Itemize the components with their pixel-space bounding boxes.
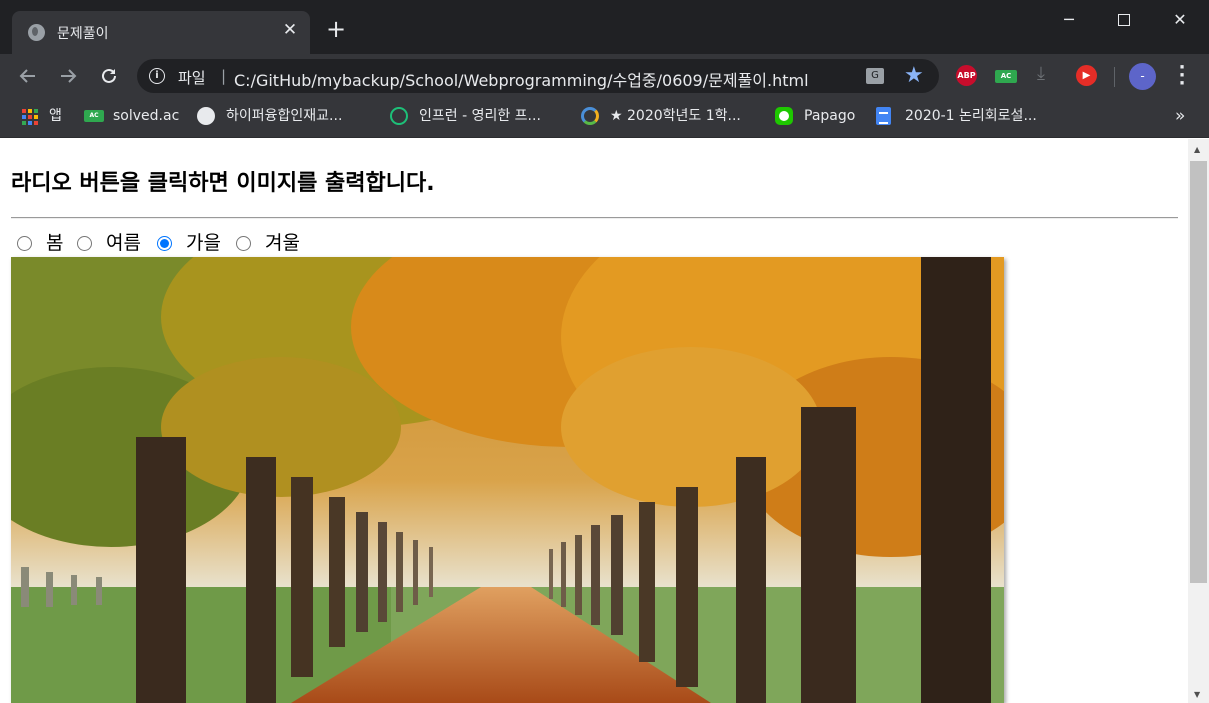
- minimize-button[interactable]: ─: [1055, 8, 1083, 32]
- docs-icon: [876, 107, 891, 125]
- papago-icon: [775, 107, 793, 125]
- download-icon[interactable]: ⤓: [1037, 63, 1045, 84]
- horizontal-rule: [11, 217, 1178, 219]
- radio-label: 여름: [106, 232, 141, 254]
- scrollbar-thumb[interactable]: [1190, 161, 1207, 583]
- ring-logo-icon: [581, 107, 599, 125]
- maximize-icon: [1118, 14, 1130, 26]
- tab-title: 문제풀이: [57, 26, 109, 42]
- page-heading: 라디오 버튼을 클릭하면 이미지를 출력합니다.: [11, 171, 435, 196]
- scroll-down-arrow-icon[interactable]: ▼: [1194, 690, 1200, 699]
- title-bar: 문제풀이 ✕ + ─ ✕: [0, 0, 1209, 54]
- radio-button[interactable]: [17, 236, 32, 251]
- toolbar-divider: [1114, 67, 1115, 87]
- translate-icon[interactable]: G: [866, 68, 884, 84]
- bookmark-label: 2020-1 논리회로설...: [905, 108, 1037, 124]
- autumn-path-illustration: [11, 257, 1004, 703]
- youtube-extension-icon[interactable]: ▶: [1076, 65, 1097, 86]
- radio-button[interactable]: [77, 236, 92, 251]
- radio-button[interactable]: [236, 236, 251, 251]
- new-tab-button[interactable]: +: [326, 17, 346, 41]
- bookmark-label: 앱: [49, 108, 62, 124]
- address-bar[interactable]: i 파일 | C:/GitHub/mybackup/School/Webprog…: [137, 59, 939, 93]
- bookmark-label: 하이퍼융합인재교...: [226, 108, 343, 124]
- active-tab[interactable]: 문제풀이 ✕: [12, 11, 310, 54]
- scheme-label: 파일: [178, 69, 206, 87]
- apps-icon: [20, 107, 38, 125]
- globe-favicon-icon: [28, 24, 45, 41]
- tab-close-icon[interactable]: ✕: [280, 20, 300, 40]
- radio-label: 가을: [186, 232, 221, 254]
- scroll-up-arrow-icon[interactable]: ▲: [1194, 145, 1200, 154]
- bookmark-star-icon[interactable]: ★: [904, 63, 924, 88]
- radio-button[interactable]: [157, 236, 172, 251]
- page-viewport: 라디오 버튼을 클릭하면 이미지를 출력합니다. 봄 여름 가을 겨울 ▲ ▼: [0, 139, 1209, 703]
- profile-avatar[interactable]: -: [1129, 63, 1156, 90]
- forward-arrow-icon: [61, 69, 77, 83]
- bookmark-label: 인프런 - 영리한 프...: [419, 108, 541, 124]
- back-button[interactable]: [15, 63, 41, 89]
- forward-button[interactable]: [55, 63, 81, 89]
- globe-icon: [197, 107, 215, 125]
- vertical-scrollbar[interactable]: ▲ ▼: [1188, 139, 1209, 703]
- solved-ac-extension-icon[interactable]: AC: [995, 70, 1017, 83]
- inflearn-icon: [390, 107, 408, 125]
- adblock-extension-icon[interactable]: ABP: [956, 65, 977, 86]
- scheme-separator: |: [221, 67, 227, 85]
- chrome-menu-icon[interactable]: · · ·: [1173, 59, 1191, 93]
- bookmarks-overflow-button[interactable]: »: [1175, 106, 1185, 126]
- reload-icon: [102, 68, 116, 83]
- bookmark-label: Papago: [804, 108, 856, 124]
- bookmarks-bar: 앱 AC solved.ac 하이퍼융합인재교... 인프런 - 영리한 프..…: [0, 98, 1209, 138]
- url-text[interactable]: C:/GitHub/mybackup/School/Webprogramming…: [234, 67, 809, 91]
- close-window-button[interactable]: ✕: [1166, 8, 1194, 32]
- maximize-button[interactable]: [1110, 8, 1138, 32]
- info-icon[interactable]: i: [149, 68, 165, 84]
- solved-ac-icon: AC: [84, 110, 104, 122]
- bookmark-label: ★ 2020학년도 1학...: [610, 108, 741, 124]
- radio-label: 겨울: [265, 232, 300, 254]
- season-image: [11, 257, 1004, 703]
- reload-button[interactable]: [96, 63, 122, 89]
- browser-toolbar: i 파일 | C:/GitHub/mybackup/School/Webprog…: [0, 54, 1209, 98]
- bookmark-label: solved.ac: [113, 108, 180, 124]
- radio-label: 봄: [46, 232, 64, 254]
- back-arrow-icon: [19, 69, 35, 83]
